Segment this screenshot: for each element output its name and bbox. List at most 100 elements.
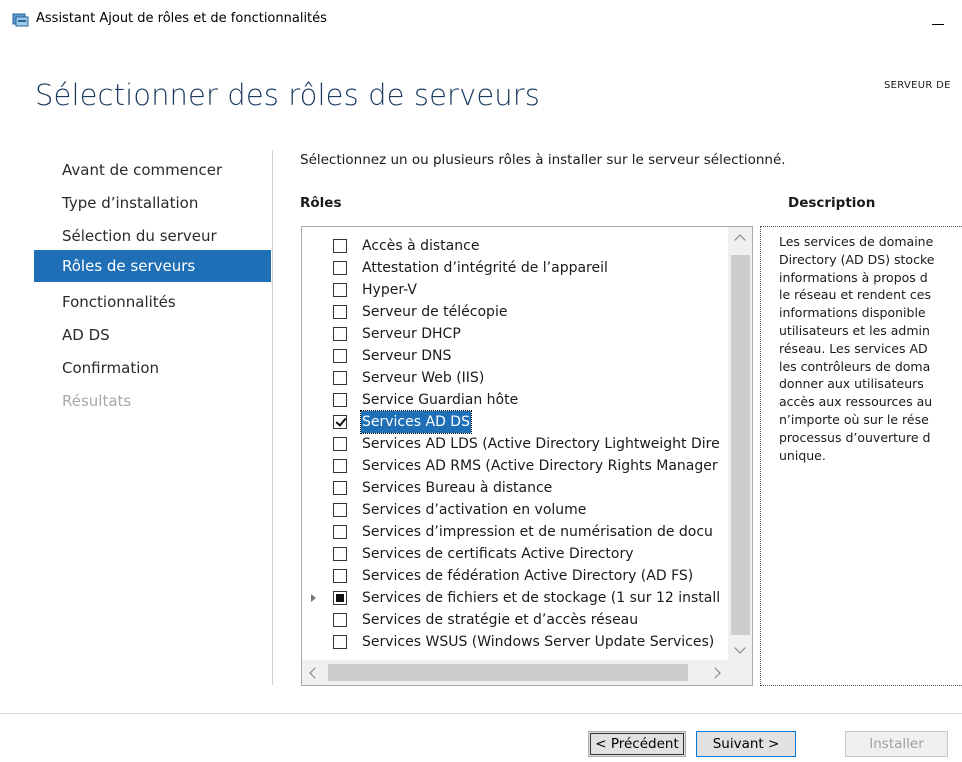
- role-checkbox[interactable]: [333, 635, 347, 649]
- role-label: Services AD LDS (Active Directory Lightw…: [362, 436, 720, 452]
- description-panel: Les services de domaine Directory (AD DS)…: [760, 226, 962, 686]
- role-checkbox[interactable]: [333, 613, 347, 627]
- role-row[interactable]: Serveur DHCP: [302, 323, 729, 345]
- role-label: Serveur de télécopie: [362, 304, 508, 320]
- role-checkbox[interactable]: [333, 503, 347, 517]
- footer-divider: [0, 713, 962, 714]
- description-line: unique.: [779, 447, 826, 463]
- role-checkbox[interactable]: [333, 525, 347, 539]
- role-row[interactable]: Services de fédération Active Directory …: [302, 565, 729, 587]
- previous-button[interactable]: < Précédent: [588, 731, 686, 757]
- description-line: le réseau et rendent ces: [779, 287, 931, 303]
- role-row[interactable]: Serveur de télécopie: [302, 301, 729, 323]
- role-checkbox[interactable]: [333, 459, 347, 473]
- instruction-text: Sélectionnez un ou plusieurs rôles à ins…: [300, 152, 786, 168]
- role-checkbox[interactable]: [333, 415, 347, 429]
- role-row[interactable]: Hyper-V: [302, 279, 729, 301]
- nav-item-features[interactable]: Fonctionnalités: [34, 286, 271, 318]
- expand-arrow-icon[interactable]: [311, 594, 316, 602]
- role-row[interactable]: Services AD DS: [302, 410, 729, 434]
- description-header: Description: [788, 195, 876, 211]
- role-row[interactable]: Services de stratégie et d’accès réseau: [302, 609, 729, 631]
- role-label: Services AD RMS (Active Directory Rights…: [362, 458, 718, 474]
- server-manager-icon: [12, 11, 30, 27]
- nav-item-installation-type[interactable]: Type d’installation: [34, 187, 271, 219]
- role-checkbox[interactable]: [333, 327, 347, 341]
- role-checkbox[interactable]: [333, 371, 347, 385]
- role-checkbox[interactable]: [333, 305, 347, 319]
- role-row[interactable]: Services AD RMS (Active Directory Rights…: [302, 455, 729, 477]
- scroll-corner: [728, 660, 752, 685]
- role-row[interactable]: Services WSUS (Windows Server Update Ser…: [302, 631, 729, 653]
- description-line: Les services de domaine: [779, 234, 934, 249]
- scroll-up-icon[interactable]: [728, 227, 752, 247]
- vertical-scrollbar[interactable]: [728, 227, 752, 660]
- nav-item-server-selection[interactable]: Sélection du serveur: [34, 220, 271, 252]
- role-row[interactable]: Services Bureau à distance: [302, 477, 729, 499]
- nav-divider: [272, 150, 273, 685]
- roles-list[interactable]: Accès à distance Attestation d’intégrité …: [301, 226, 753, 686]
- role-row[interactable]: Services de certificats Active Directory: [302, 543, 729, 565]
- role-row[interactable]: Services d’activation en volume: [302, 499, 729, 521]
- minimize-button[interactable]: [926, 8, 950, 30]
- role-checkbox[interactable]: [333, 239, 347, 253]
- role-checkbox[interactable]: [333, 481, 347, 495]
- role-label: Serveur DNS: [362, 348, 452, 364]
- role-checkbox[interactable]: [333, 393, 347, 407]
- next-button[interactable]: Suivant >: [696, 731, 796, 757]
- description-line: informations à propos d: [779, 269, 928, 285]
- description-line: n’importe où sur le rése: [779, 411, 929, 427]
- nav-item-server-roles[interactable]: Rôles de serveurs: [34, 250, 271, 282]
- roles-header: Rôles: [300, 195, 342, 211]
- role-label: Services d’activation en volume: [362, 502, 587, 518]
- role-checkbox[interactable]: [333, 349, 347, 363]
- role-label: Services de certificats Active Directory: [362, 546, 634, 562]
- role-checkbox[interactable]: [333, 261, 347, 275]
- description-line: les contrôleurs de doma: [779, 358, 931, 374]
- destination-server-label: SERVEUR DE: [884, 80, 951, 91]
- nav-item-before-you-begin[interactable]: Avant de commencer: [34, 154, 271, 186]
- role-label: Accès à distance: [362, 238, 480, 254]
- role-label: Serveur Web (IIS): [362, 370, 485, 386]
- role-row[interactable]: Accès à distance: [302, 235, 729, 257]
- nav-item-ad-ds[interactable]: AD DS: [34, 319, 271, 351]
- description-line: processus d’ouverture d: [779, 429, 931, 445]
- role-label: Services de stratégie et d’accès réseau: [362, 612, 639, 628]
- role-label: Services d’impression et de numérisation…: [362, 524, 713, 540]
- scroll-down-icon[interactable]: [728, 640, 752, 660]
- vertical-scroll-thumb[interactable]: [731, 255, 750, 635]
- page-title: Sélectionner des rôles de serveurs: [35, 78, 540, 112]
- description-line: réseau. Les services AD: [779, 340, 928, 356]
- title-bar: Assistant Ajout de rôles et de fonctionn…: [0, 0, 962, 40]
- role-label: Services AD DS: [360, 410, 472, 434]
- horizontal-scrollbar[interactable]: [302, 660, 728, 685]
- description-line: Directory (AD DS) stocke: [779, 251, 935, 267]
- install-button: Installer: [845, 731, 948, 757]
- role-checkbox[interactable]: [333, 569, 347, 583]
- role-row[interactable]: Services AD LDS (Active Directory Lightw…: [302, 433, 729, 455]
- role-row[interactable]: Attestation d’intégrité de l’appareil: [302, 257, 729, 279]
- role-label: Serveur DHCP: [362, 326, 461, 342]
- nav-item-confirmation[interactable]: Confirmation: [34, 352, 271, 384]
- role-label: Services de fédération Active Directory …: [362, 568, 694, 584]
- role-checkbox[interactable]: [333, 591, 347, 605]
- role-row[interactable]: Service Guardian hôte: [302, 389, 729, 411]
- scroll-right-icon[interactable]: [706, 660, 728, 685]
- role-row[interactable]: Services de fichiers et de stockage (1 s…: [302, 587, 729, 609]
- role-checkbox[interactable]: [333, 283, 347, 297]
- role-label: Services de fichiers et de stockage (1 s…: [362, 590, 721, 606]
- role-row[interactable]: Serveur Web (IIS): [302, 367, 729, 389]
- role-row[interactable]: Serveur DNS: [302, 345, 729, 367]
- role-checkbox[interactable]: [333, 547, 347, 561]
- role-row[interactable]: Services d’impression et de numérisation…: [302, 521, 729, 543]
- role-label: Services Bureau à distance: [362, 480, 553, 496]
- window-title: Assistant Ajout de rôles et de fonctionn…: [36, 11, 327, 26]
- role-label: Service Guardian hôte: [362, 392, 519, 408]
- role-label: Services WSUS (Windows Server Update Ser…: [362, 634, 715, 650]
- nav-item-results: Résultats: [62, 392, 132, 410]
- horizontal-scroll-thumb[interactable]: [328, 664, 688, 681]
- roles-list-viewport: Accès à distance Attestation d’intégrité …: [302, 227, 729, 660]
- scroll-left-icon[interactable]: [302, 660, 324, 685]
- description-line: informations disponible: [779, 305, 926, 321]
- role-checkbox[interactable]: [333, 437, 347, 451]
